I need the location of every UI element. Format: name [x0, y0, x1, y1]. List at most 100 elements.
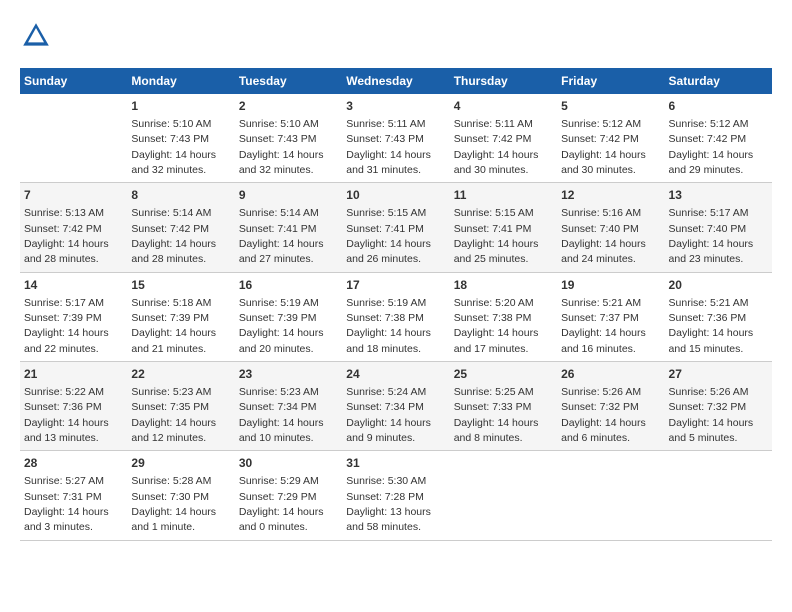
day-info: Sunrise: 5:13 AM Sunset: 7:42 PM Dayligh…	[24, 207, 109, 265]
day-cell: 7 Sunrise: 5:13 AM Sunset: 7:42 PM Daylig…	[20, 183, 127, 272]
day-cell: 23Sunrise: 5:23 AM Sunset: 7:34 PM Dayli…	[235, 362, 342, 451]
week-row-5: 28Sunrise: 5:27 AM Sunset: 7:31 PM Dayli…	[20, 451, 772, 540]
day-info: Sunrise: 5:29 AM Sunset: 7:29 PM Dayligh…	[239, 475, 324, 533]
day-cell: 18 Sunrise: 5:20 AM Sunset: 7:38 PM Dayli…	[450, 272, 557, 361]
day-cell: 15 Sunrise: 5:18 AM Sunset: 7:39 PM Dayli…	[127, 272, 234, 361]
header-saturday: Saturday	[665, 68, 772, 94]
day-info: Sunrise: 5:22 AM Sunset: 7:36 PM Dayligh…	[24, 386, 109, 444]
day-info: Sunrise: 5:26 AM Sunset: 7:32 PM Dayligh…	[669, 386, 754, 444]
day-cell: 28Sunrise: 5:27 AM Sunset: 7:31 PM Dayli…	[20, 451, 127, 540]
day-cell: 1 Sunrise: 5:10 AM Sunset: 7:43 PM Daylig…	[127, 94, 234, 183]
day-info: Sunrise: 5:21 AM Sunset: 7:37 PM Dayligh…	[561, 297, 646, 355]
calendar-header: Sunday Monday Tuesday Wednesday Thursday…	[20, 68, 772, 94]
day-info: Sunrise: 5:26 AM Sunset: 7:32 PM Dayligh…	[561, 386, 646, 444]
day-cell: 11 Sunrise: 5:15 AM Sunset: 7:41 PM Dayli…	[450, 183, 557, 272]
day-info: Sunrise: 5:27 AM Sunset: 7:31 PM Dayligh…	[24, 475, 109, 533]
day-info: Sunrise: 5:15 AM Sunset: 7:41 PM Dayligh…	[454, 207, 539, 265]
day-cell: 25Sunrise: 5:25 AM Sunset: 7:33 PM Dayli…	[450, 362, 557, 451]
week-row-4: 21 Sunrise: 5:22 AM Sunset: 7:36 PM Dayli…	[20, 362, 772, 451]
header-thursday: Thursday	[450, 68, 557, 94]
day-number: 17	[346, 277, 445, 294]
day-cell: 12Sunrise: 5:16 AM Sunset: 7:40 PM Dayli…	[557, 183, 664, 272]
day-cell: 14Sunrise: 5:17 AM Sunset: 7:39 PM Dayli…	[20, 272, 127, 361]
day-number: 18	[454, 277, 553, 294]
day-cell	[20, 94, 127, 183]
day-number: 27	[669, 366, 768, 383]
day-info: Sunrise: 5:28 AM Sunset: 7:30 PM Dayligh…	[131, 475, 216, 533]
header-monday: Monday	[127, 68, 234, 94]
day-number: 6	[669, 98, 768, 115]
day-info: Sunrise: 5:23 AM Sunset: 7:35 PM Dayligh…	[131, 386, 216, 444]
week-row-3: 14Sunrise: 5:17 AM Sunset: 7:39 PM Dayli…	[20, 272, 772, 361]
week-row-2: 7 Sunrise: 5:13 AM Sunset: 7:42 PM Daylig…	[20, 183, 772, 272]
day-number: 31	[346, 455, 445, 472]
day-cell: 13 Sunrise: 5:17 AM Sunset: 7:40 PM Dayli…	[665, 183, 772, 272]
day-info: Sunrise: 5:30 AM Sunset: 7:28 PM Dayligh…	[346, 475, 431, 533]
day-number: 11	[454, 187, 553, 204]
week-row-1: 1 Sunrise: 5:10 AM Sunset: 7:43 PM Daylig…	[20, 94, 772, 183]
day-info: Sunrise: 5:14 AM Sunset: 7:42 PM Dayligh…	[131, 207, 216, 265]
day-cell: 26Sunrise: 5:26 AM Sunset: 7:32 PM Dayli…	[557, 362, 664, 451]
header-friday: Friday	[557, 68, 664, 94]
day-number: 29	[131, 455, 230, 472]
day-cell: 22 Sunrise: 5:23 AM Sunset: 7:35 PM Dayli…	[127, 362, 234, 451]
day-cell: 2Sunrise: 5:10 AM Sunset: 7:43 PM Daylig…	[235, 94, 342, 183]
day-info: Sunrise: 5:10 AM Sunset: 7:43 PM Dayligh…	[239, 118, 324, 176]
day-cell: 3 Sunrise: 5:11 AM Sunset: 7:43 PM Daylig…	[342, 94, 449, 183]
day-info: Sunrise: 5:23 AM Sunset: 7:34 PM Dayligh…	[239, 386, 324, 444]
day-info: Sunrise: 5:15 AM Sunset: 7:41 PM Dayligh…	[346, 207, 431, 265]
header-sunday: Sunday	[20, 68, 127, 94]
day-number: 1	[131, 98, 230, 115]
day-cell: 30 Sunrise: 5:29 AM Sunset: 7:29 PM Dayli…	[235, 451, 342, 540]
header-tuesday: Tuesday	[235, 68, 342, 94]
day-number: 5	[561, 98, 660, 115]
day-info: Sunrise: 5:10 AM Sunset: 7:43 PM Dayligh…	[131, 118, 216, 176]
day-number: 30	[239, 455, 338, 472]
day-cell: 20 Sunrise: 5:21 AM Sunset: 7:36 PM Dayli…	[665, 272, 772, 361]
day-cell: 4 Sunrise: 5:11 AM Sunset: 7:42 PM Daylig…	[450, 94, 557, 183]
day-number: 16	[239, 277, 338, 294]
day-number: 22	[131, 366, 230, 383]
day-number: 25	[454, 366, 553, 383]
header-wednesday: Wednesday	[342, 68, 449, 94]
day-cell: 19 Sunrise: 5:21 AM Sunset: 7:37 PM Dayli…	[557, 272, 664, 361]
day-cell: 9Sunrise: 5:14 AM Sunset: 7:41 PM Daylig…	[235, 183, 342, 272]
day-number: 15	[131, 277, 230, 294]
logo	[20, 20, 56, 52]
day-number: 19	[561, 277, 660, 294]
day-cell: 29 Sunrise: 5:28 AM Sunset: 7:30 PM Dayli…	[127, 451, 234, 540]
page-header	[20, 20, 772, 52]
day-cell	[450, 451, 557, 540]
day-info: Sunrise: 5:24 AM Sunset: 7:34 PM Dayligh…	[346, 386, 431, 444]
day-number: 4	[454, 98, 553, 115]
day-number: 10	[346, 187, 445, 204]
day-number: 13	[669, 187, 768, 204]
day-cell: 10 Sunrise: 5:15 AM Sunset: 7:41 PM Dayli…	[342, 183, 449, 272]
day-cell	[665, 451, 772, 540]
day-cell: 31 Sunrise: 5:30 AM Sunset: 7:28 PM Dayli…	[342, 451, 449, 540]
day-info: Sunrise: 5:12 AM Sunset: 7:42 PM Dayligh…	[561, 118, 646, 176]
day-info: Sunrise: 5:18 AM Sunset: 7:39 PM Dayligh…	[131, 297, 216, 355]
day-number: 21	[24, 366, 123, 383]
day-info: Sunrise: 5:19 AM Sunset: 7:38 PM Dayligh…	[346, 297, 431, 355]
day-info: Sunrise: 5:14 AM Sunset: 7:41 PM Dayligh…	[239, 207, 324, 265]
day-number: 12	[561, 187, 660, 204]
day-number: 24	[346, 366, 445, 383]
day-cell: 27 Sunrise: 5:26 AM Sunset: 7:32 PM Dayli…	[665, 362, 772, 451]
day-cell: 16 Sunrise: 5:19 AM Sunset: 7:39 PM Dayli…	[235, 272, 342, 361]
day-cell: 8 Sunrise: 5:14 AM Sunset: 7:42 PM Daylig…	[127, 183, 234, 272]
day-number: 3	[346, 98, 445, 115]
calendar-table: Sunday Monday Tuesday Wednesday Thursday…	[20, 68, 772, 541]
day-info: Sunrise: 5:11 AM Sunset: 7:43 PM Dayligh…	[346, 118, 431, 176]
day-info: Sunrise: 5:19 AM Sunset: 7:39 PM Dayligh…	[239, 297, 324, 355]
day-number: 7	[24, 187, 123, 204]
calendar-body: 1 Sunrise: 5:10 AM Sunset: 7:43 PM Daylig…	[20, 94, 772, 540]
day-number: 8	[131, 187, 230, 204]
day-number: 20	[669, 277, 768, 294]
day-cell: 24 Sunrise: 5:24 AM Sunset: 7:34 PM Dayli…	[342, 362, 449, 451]
day-info: Sunrise: 5:17 AM Sunset: 7:40 PM Dayligh…	[669, 207, 754, 265]
day-info: Sunrise: 5:11 AM Sunset: 7:42 PM Dayligh…	[454, 118, 539, 176]
day-info: Sunrise: 5:20 AM Sunset: 7:38 PM Dayligh…	[454, 297, 539, 355]
day-info: Sunrise: 5:21 AM Sunset: 7:36 PM Dayligh…	[669, 297, 754, 355]
day-number: 14	[24, 277, 123, 294]
